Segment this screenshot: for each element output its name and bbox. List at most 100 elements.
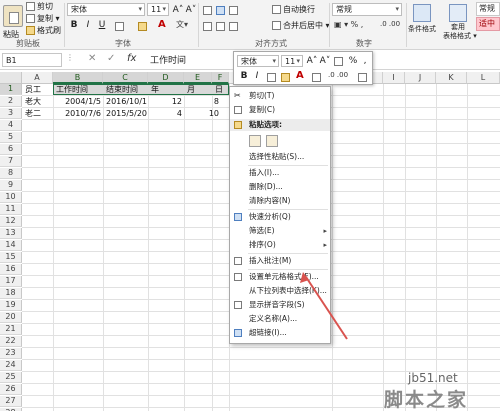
align-left-icon[interactable] <box>203 22 212 31</box>
mini-align-icon[interactable] <box>267 73 276 82</box>
name-box[interactable]: B1 <box>2 53 62 67</box>
mini-grow-font-button[interactable]: A˄ <box>305 55 319 68</box>
table-format-button-line2[interactable]: 表格格式 ▾ <box>443 31 477 41</box>
cell-d2[interactable]: 12 <box>149 96 184 107</box>
row-header-3[interactable]: 3 <box>0 108 22 119</box>
row-header-15[interactable]: 15 <box>0 252 22 263</box>
font-color-icon[interactable]: A <box>158 19 166 30</box>
cell-a2[interactable]: 老大 <box>23 96 43 107</box>
wrap-text-button[interactable]: 自动换行 <box>272 4 315 15</box>
mini-decimal-icons[interactable]: .0 .00 <box>328 71 348 79</box>
cell-c1[interactable]: 结束时间 <box>104 84 140 95</box>
mini-italic-button[interactable]: I <box>250 70 264 83</box>
column-header-d[interactable]: D <box>148 72 184 84</box>
align-middle-icon[interactable] <box>216 6 225 15</box>
row-header-16[interactable]: 16 <box>0 264 22 275</box>
cancel-icon[interactable]: ✕ <box>88 53 96 64</box>
mini-size-select[interactable]: 11 ▾ <box>281 55 303 67</box>
row-header-22[interactable]: 22 <box>0 336 22 347</box>
paste-values-icon[interactable] <box>266 135 278 147</box>
mini-bold-button[interactable]: B <box>237 70 251 83</box>
row-header-2[interactable]: 2 <box>0 96 22 107</box>
row-header-23[interactable]: 23 <box>0 348 22 359</box>
cell-b1[interactable]: 工作时间 <box>54 84 90 95</box>
align-right-icon[interactable] <box>229 22 238 31</box>
column-header-j[interactable]: J <box>405 72 436 84</box>
cell-f1[interactable]: 日 <box>213 84 225 95</box>
mini-currency-icon[interactable] <box>334 57 343 66</box>
menu-filter[interactable]: 筛选(E) ▸ <box>230 225 330 237</box>
row-header-1[interactable]: 1 <box>0 84 22 95</box>
cell-e1[interactable]: 月 <box>185 84 197 95</box>
font-name-select[interactable]: 宋体 ▾ <box>67 3 145 16</box>
column-header-l[interactable]: L <box>467 72 500 84</box>
fill-color-icon[interactable] <box>138 22 147 31</box>
menu-insert-comment[interactable]: 插入批注(M) <box>230 255 330 267</box>
paste-option-icon[interactable] <box>249 135 261 147</box>
more-icon[interactable]: ⋮ <box>66 53 74 62</box>
bold-button[interactable]: B <box>67 19 81 32</box>
column-header-c[interactable]: C <box>103 72 148 84</box>
row-header-12[interactable]: 12 <box>0 216 22 227</box>
conditional-format-button[interactable]: 条件格式 <box>408 24 436 34</box>
cell-b3[interactable]: 2010/7/6 <box>54 108 103 119</box>
column-header-b[interactable]: B <box>53 72 103 84</box>
number-style-icons[interactable]: ▣ ▾ % , <box>334 20 363 29</box>
mini-format-painter-icon[interactable] <box>358 73 367 82</box>
row-header-10[interactable]: 10 <box>0 192 22 203</box>
column-header-a[interactable]: A <box>22 72 53 84</box>
cut-button[interactable]: 剪切 <box>26 1 53 12</box>
column-header-e[interactable]: E <box>184 72 212 84</box>
align-bottom-icon[interactable] <box>229 6 238 15</box>
align-top-icon[interactable] <box>203 6 212 15</box>
row-header-4[interactable]: 4 <box>0 120 22 131</box>
menu-copy[interactable]: 复制(C) <box>230 104 330 116</box>
grow-font-button[interactable]: A˄ <box>171 4 185 17</box>
row-header-20[interactable]: 20 <box>0 312 22 323</box>
row-header-26[interactable]: 26 <box>0 384 22 395</box>
row-header-24[interactable]: 24 <box>0 360 22 371</box>
cell-e3[interactable]: 10 <box>185 108 221 119</box>
fx-icon[interactable]: fx <box>127 53 136 64</box>
mini-font-color-icon[interactable]: A <box>296 70 304 81</box>
column-header-f[interactable]: F <box>212 72 229 84</box>
row-header-27[interactable]: 27 <box>0 396 22 407</box>
row-header-18[interactable]: 18 <box>0 288 22 299</box>
menu-format-cells[interactable]: 设置单元格格式(F)... <box>230 271 330 283</box>
merge-center-button[interactable]: 合并后居中 ▾ <box>272 20 330 31</box>
cell-c3[interactable]: 2015/5/20 <box>104 108 148 119</box>
menu-pick-list[interactable]: 从下拉列表中选择(K)... <box>230 285 330 297</box>
menu-phonetic[interactable]: 显示拼音字段(S) <box>230 299 330 311</box>
row-header-13[interactable]: 13 <box>0 228 22 239</box>
row-header-11[interactable]: 11 <box>0 204 22 215</box>
row-header-19[interactable]: 19 <box>0 300 22 311</box>
row-header-25[interactable]: 25 <box>0 372 22 383</box>
italic-button[interactable]: I <box>81 19 95 32</box>
select-all-corner[interactable] <box>0 72 22 84</box>
number-format-select[interactable]: 常规 ▾ <box>332 3 402 16</box>
menu-hyperlink[interactable]: 超链接(I)... <box>230 327 330 339</box>
mini-borders-icon[interactable] <box>312 73 321 82</box>
format-painter-button[interactable]: 格式刷 <box>26 25 61 36</box>
formula-input[interactable]: 工作时间 <box>150 53 186 66</box>
row-header-5[interactable]: 5 <box>0 132 22 143</box>
row-header-17[interactable]: 17 <box>0 276 22 287</box>
underline-button[interactable]: U <box>95 19 109 32</box>
menu-quick-analysis[interactable]: 快速分析(Q) <box>230 211 330 223</box>
phonetic-icon[interactable]: 文▾ <box>176 19 188 30</box>
cell-a1[interactable]: 员工 <box>23 84 43 95</box>
cell-b2[interactable]: 2004/1/5 <box>54 96 103 107</box>
mini-comma-button[interactable]: , <box>358 55 372 68</box>
row-header-7[interactable]: 7 <box>0 156 22 167</box>
cell-d1[interactable]: 年 <box>149 84 161 95</box>
decimal-icons[interactable]: .0 .00 <box>380 20 400 28</box>
row-header-14[interactable]: 14 <box>0 240 22 251</box>
style-bad[interactable]: 适中 <box>476 17 500 31</box>
menu-paste-special[interactable]: 选择性粘贴(S)... <box>230 151 330 163</box>
align-center-icon[interactable] <box>216 22 225 31</box>
cell-c2[interactable]: 2016/10/1 <box>104 96 148 107</box>
enter-icon[interactable]: ✓ <box>107 53 115 64</box>
menu-cut[interactable]: ✂ 剪切(T) <box>230 90 330 102</box>
style-normal[interactable]: 常规 <box>476 2 500 16</box>
mini-fill-color-icon[interactable] <box>281 73 290 82</box>
